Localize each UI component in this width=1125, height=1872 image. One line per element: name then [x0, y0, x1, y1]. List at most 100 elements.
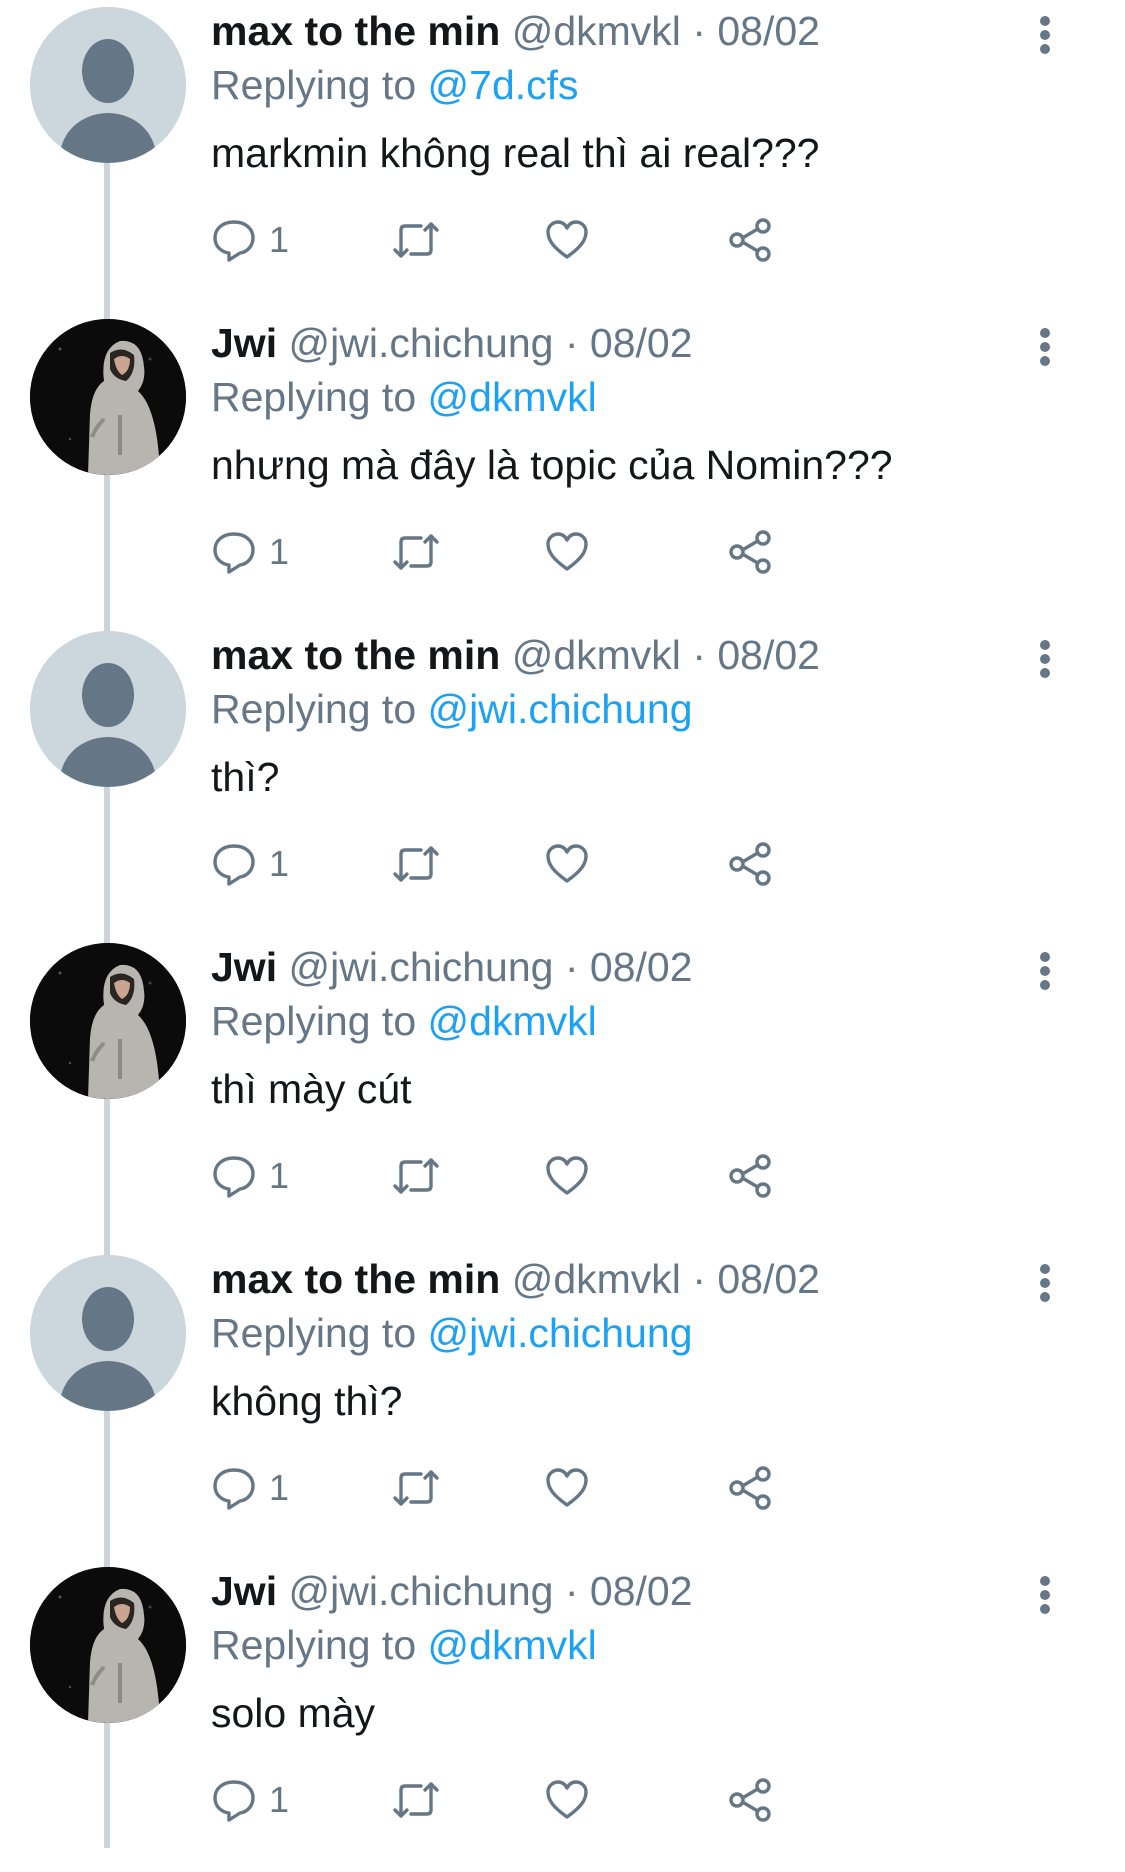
like-button[interactable] [545, 1148, 589, 1204]
mention-link[interactable]: @jwi.chichung [428, 1310, 693, 1356]
separator: · [680, 8, 718, 54]
more-options-button[interactable] [1020, 634, 1070, 684]
reply-button[interactable]: 1 [211, 1772, 289, 1828]
share-icon [729, 842, 771, 886]
tweet-text: markmin không real thì ai real??? [211, 130, 820, 176]
mention-link[interactable]: @dkmvkl [428, 374, 597, 420]
tweet-date[interactable]: 08/02 [590, 320, 693, 366]
avatar[interactable] [30, 319, 186, 475]
separator: · [553, 944, 590, 990]
action-bar: 1 [211, 212, 1011, 268]
share-icon [729, 1466, 771, 1510]
avatar[interactable] [30, 943, 186, 1099]
retweet-button[interactable] [391, 524, 441, 580]
heart-icon [546, 1780, 588, 1819]
replying-to: Replying to @dkmvkl [211, 370, 597, 424]
tweet-item[interactable]: max to the min @dkmvkl · 08/02 Replying … [0, 1248, 1125, 1560]
avatar[interactable] [30, 7, 186, 163]
avatar[interactable] [30, 1255, 186, 1411]
tweet-item[interactable]: Jwi @jwi.chichung · 08/02 Replying to @d… [0, 312, 1125, 624]
mention-link[interactable]: @dkmvkl [428, 1622, 597, 1668]
speech-bubble-icon [213, 1156, 255, 1198]
display-name[interactable]: Jwi [211, 1568, 277, 1614]
display-name[interactable]: max to the min [211, 632, 500, 678]
share-button[interactable] [727, 1460, 773, 1516]
tweet-date[interactable]: 08/02 [717, 1256, 820, 1302]
user-handle[interactable]: @dkmvkl [512, 632, 681, 678]
like-button[interactable] [545, 524, 589, 580]
avatar[interactable] [30, 631, 186, 787]
more-options-button[interactable] [1020, 10, 1070, 60]
tweet-date[interactable]: 08/02 [590, 944, 693, 990]
display-name[interactable]: max to the min [211, 8, 500, 54]
share-button[interactable] [727, 1148, 773, 1204]
tweet-header: Jwi @jwi.chichung · 08/02 [211, 316, 693, 370]
heart-icon [546, 844, 588, 883]
tweet-text: solo mày [211, 1690, 376, 1736]
reply-button[interactable]: 1 [211, 524, 289, 580]
retweet-icon [393, 222, 439, 258]
like-button[interactable] [545, 1772, 589, 1828]
tweet-item[interactable]: max to the min @dkmvkl · 08/02 Replying … [0, 0, 1125, 312]
reply-count: 1 [269, 1155, 290, 1196]
share-button[interactable] [727, 524, 773, 580]
retweet-button[interactable] [391, 212, 441, 268]
reply-button[interactable]: 1 [211, 1460, 289, 1516]
action-bar: 1 [211, 524, 1011, 580]
mention-link[interactable]: @7d.cfs [428, 62, 579, 108]
more-options-button[interactable] [1020, 946, 1070, 996]
replying-to-label: Replying to [211, 1622, 417, 1668]
tweet-item[interactable]: max to the min @dkmvkl · 08/02 Replying … [0, 624, 1125, 936]
tweet-item[interactable]: Jwi @jwi.chichung · 08/02 Replying to @d… [0, 1560, 1125, 1872]
tweet-date[interactable]: 08/02 [717, 632, 820, 678]
speech-bubble-icon [213, 532, 255, 574]
tweet-date[interactable]: 08/02 [590, 1568, 693, 1614]
default-avatar-icon [30, 7, 186, 163]
reply-button[interactable]: 1 [211, 212, 289, 268]
retweet-icon [393, 846, 439, 882]
retweet-icon [393, 1158, 439, 1194]
mention-link[interactable]: @dkmvkl [428, 998, 597, 1044]
vertical-ellipsis-icon [1040, 16, 1050, 54]
more-options-button[interactable] [1020, 1258, 1070, 1308]
heart-icon [546, 1156, 588, 1195]
more-options-button[interactable] [1020, 1570, 1070, 1620]
tweet-text: không thì? [211, 1378, 403, 1424]
display-name[interactable]: max to the min [211, 1256, 500, 1302]
tweet-date[interactable]: 08/02 [717, 8, 820, 54]
user-handle[interactable]: @jwi.chichung [289, 320, 554, 366]
retweet-button[interactable] [391, 1460, 441, 1516]
reply-button[interactable]: 1 [211, 836, 289, 892]
user-handle[interactable]: @dkmvkl [512, 8, 681, 54]
retweet-button[interactable] [391, 836, 441, 892]
vertical-ellipsis-icon [1040, 952, 1050, 990]
vertical-ellipsis-icon [1040, 1576, 1050, 1614]
retweet-button[interactable] [391, 1772, 441, 1828]
user-handle[interactable]: @jwi.chichung [289, 1568, 554, 1614]
share-button[interactable] [727, 836, 773, 892]
display-name[interactable]: Jwi [211, 944, 277, 990]
mention-link[interactable]: @jwi.chichung [428, 686, 693, 732]
like-button[interactable] [545, 836, 589, 892]
share-icon [729, 1154, 771, 1198]
like-button[interactable] [545, 212, 589, 268]
tweet-text: thì mày cút [211, 1066, 412, 1112]
replying-to: Replying to @dkmvkl [211, 994, 597, 1048]
user-handle[interactable]: @dkmvkl [512, 1256, 681, 1302]
avatar[interactable] [30, 1567, 186, 1723]
like-button[interactable] [545, 1460, 589, 1516]
user-handle[interactable]: @jwi.chichung [289, 944, 554, 990]
reply-button[interactable]: 1 [211, 1148, 289, 1204]
retweet-icon [393, 1782, 439, 1818]
share-button[interactable] [727, 1772, 773, 1828]
reply-count: 1 [269, 843, 290, 884]
retweet-button[interactable] [391, 1148, 441, 1204]
tweet-text: nhưng mà đây là topic của Nomin??? [211, 442, 893, 488]
display-name[interactable]: Jwi [211, 320, 277, 366]
replying-to: Replying to @jwi.chichung [211, 682, 693, 736]
heart-icon [546, 220, 588, 259]
more-options-button[interactable] [1020, 322, 1070, 372]
tweet-item[interactable]: Jwi @jwi.chichung · 08/02 Replying to @d… [0, 936, 1125, 1248]
profile-photo-icon [30, 1567, 186, 1723]
share-button[interactable] [727, 212, 773, 268]
